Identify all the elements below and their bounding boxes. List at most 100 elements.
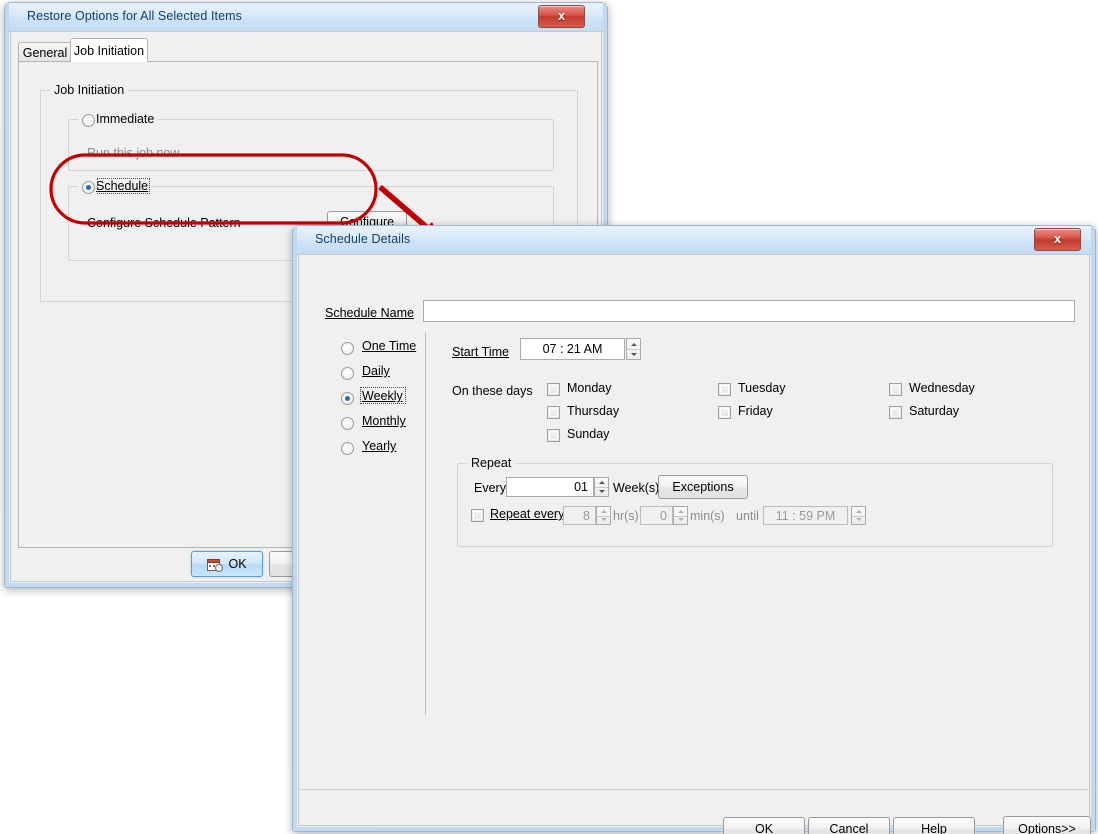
close-icon-glyph: x <box>539 8 584 23</box>
schedule-help-button[interactable]: Help <box>893 817 975 834</box>
sub-repeat-until-spinner[interactable] <box>851 506 866 525</box>
immediate-description: Run this job now <box>87 146 179 160</box>
panel-divider <box>425 332 426 715</box>
day-checkbox-tuesday[interactable] <box>718 383 731 396</box>
close-icon[interactable]: x <box>538 5 585 28</box>
close-icon[interactable]: x <box>1034 228 1081 251</box>
restore-options-tabstrip: General Job Initiation <box>18 36 598 62</box>
sub-repeat-minutes-spinner-down[interactable] <box>674 516 687 525</box>
frequency-label-one-time-text: One Time <box>362 339 416 353</box>
restore-ok-button[interactable]: OK <box>191 551 263 577</box>
frequency-label-monthly: Monthly <box>362 414 406 428</box>
start-time-label-text: Start Time <box>452 345 509 359</box>
day-checkbox-thursday[interactable] <box>547 406 560 419</box>
restore-options-title: Restore Options for All Selected Items <box>27 9 242 23</box>
frequency-label-yearly: Yearly <box>362 439 396 453</box>
frequency-radio-weekly[interactable] <box>341 392 354 405</box>
tab-job-initiation-label: Job Initiation <box>74 44 144 58</box>
sub-repeat-minutes-spinner[interactable] <box>673 506 688 525</box>
day-checkbox-sunday[interactable] <box>547 429 560 442</box>
sub-repeat-until-label: until <box>736 509 759 523</box>
frequency-label-yearly-text: Yearly <box>362 439 396 453</box>
repeat-every-input[interactable]: 01 <box>506 477 594 497</box>
restore-options-titlebar: Restore Options for All Selected Items x <box>5 3 607 32</box>
footer-separator <box>299 789 1089 790</box>
day-checkbox-wednesday[interactable] <box>889 383 902 396</box>
frequency-label-daily: Daily <box>362 364 390 378</box>
start-time-spinner[interactable] <box>626 338 641 360</box>
screenshot-root: Restore Options for All Selected Items x… <box>0 0 1098 834</box>
schedule-name-input[interactable] <box>423 300 1075 322</box>
frequency-label-daily-text: Daily <box>362 364 390 378</box>
start-time-input[interactable]: 07 : 21 AM <box>520 338 625 360</box>
immediate-groupbox: Immediate Run this job now <box>68 119 554 171</box>
day-label-thursday: Thursday <box>567 404 619 418</box>
configure-schedule-pattern-label: Configure Schedule Pattern <box>87 216 241 230</box>
repeat-groupbox-title: Repeat <box>467 456 515 470</box>
day-checkbox-saturday[interactable] <box>889 406 902 419</box>
on-these-days-label: On these days <box>452 384 533 398</box>
schedule-options-button[interactable]: Options>> <box>1003 816 1091 834</box>
repeat-every-spinner-down[interactable] <box>595 487 608 496</box>
restore-ok-button-label: OK <box>228 557 246 571</box>
close-icon-glyph: x <box>1035 231 1080 246</box>
sub-repeat-checkbox[interactable] <box>471 509 484 522</box>
tab-general[interactable]: General <box>18 42 72 62</box>
schedule-details-client: Schedule Name One Time Daily Weekly <box>298 254 1090 826</box>
schedule-ok-button[interactable]: OK <box>723 817 805 834</box>
schedule-options-button-label: Options>> <box>1018 822 1076 834</box>
schedule-name-label: Schedule Name <box>325 306 414 320</box>
repeat-every-label: Every <box>474 481 506 495</box>
frequency-radio-monthly[interactable] <box>341 417 354 430</box>
day-label-sunday: Sunday <box>567 427 609 441</box>
schedule-cancel-button[interactable]: Cancel <box>808 817 890 834</box>
immediate-radio-wrap: Immediate <box>78 112 158 126</box>
sub-repeat-label: Repeat every <box>490 507 564 521</box>
schedule-radio-focus <box>97 178 150 194</box>
frequency-label-one-time: One Time <box>362 339 416 353</box>
frequency-label-weekly: Weekly <box>362 389 403 403</box>
schedule-radio-wrap: Schedule <box>78 179 152 193</box>
job-initiation-groupbox-title: Job Initiation <box>50 83 128 97</box>
day-checkbox-friday[interactable] <box>718 406 731 419</box>
sub-repeat-hours-spinner-down[interactable] <box>597 516 610 525</box>
exceptions-button-label: Exceptions <box>672 480 733 494</box>
sub-repeat-hours-spinner[interactable] <box>596 506 611 525</box>
sub-repeat-minutes-input[interactable]: 0 <box>640 506 673 525</box>
immediate-radio-label: Immediate <box>96 112 154 126</box>
day-label-friday: Friday <box>738 404 773 418</box>
schedule-ok-button-label: OK <box>755 822 773 834</box>
day-checkbox-monday[interactable] <box>547 383 560 396</box>
tab-job-initiation[interactable]: Job Initiation <box>70 38 148 62</box>
repeat-unit-label: Week(s) <box>613 481 659 495</box>
immediate-radio[interactable] <box>82 114 95 127</box>
start-time-spinner-down[interactable] <box>627 349 640 359</box>
start-time-label: Start Time <box>452 345 509 359</box>
schedule-details-title: Schedule Details <box>315 232 410 246</box>
sub-repeat-hours-label: hr(s) <box>613 509 639 523</box>
schedule-radio[interactable] <box>82 181 95 194</box>
schedule-options-button-text: Options>> <box>1018 822 1076 834</box>
tab-general-label: General <box>23 46 67 60</box>
day-label-wednesday: Wednesday <box>909 381 975 395</box>
frequency-radio-yearly[interactable] <box>341 442 354 455</box>
schedule-cancel-button-label: Cancel <box>830 822 869 834</box>
exceptions-button[interactable]: Exceptions <box>658 475 748 499</box>
schedule-name-label-text: Schedule Name <box>325 306 414 320</box>
repeat-every-spinner[interactable] <box>594 477 609 497</box>
schedule-details-titlebar: Schedule Details x <box>293 226 1095 255</box>
sub-repeat-hours-input[interactable]: 8 <box>563 506 596 525</box>
frequency-label-monthly-text: Monthly <box>362 414 406 428</box>
day-label-monday: Monday <box>567 381 611 395</box>
frequency-radio-group: One Time Daily Weekly Monthly Yearly <box>341 339 421 459</box>
frequency-radio-daily[interactable] <box>341 367 354 380</box>
frequency-radio-one-time[interactable] <box>341 342 354 355</box>
sub-repeat-until-spinner-down[interactable] <box>852 516 865 525</box>
schedule-details-dialog: Schedule Details x Schedule Name One Tim… <box>292 225 1096 832</box>
day-label-saturday: Saturday <box>909 404 959 418</box>
repeat-groupbox: Repeat Every 01 Week(s) Exceptions Repea… <box>457 463 1053 547</box>
sub-repeat-label-text: Repeat every <box>490 507 564 521</box>
day-label-tuesday: Tuesday <box>738 381 785 395</box>
schedule-help-button-label: Help <box>921 822 947 834</box>
sub-repeat-until-input[interactable]: 11 : 59 PM <box>763 506 848 525</box>
